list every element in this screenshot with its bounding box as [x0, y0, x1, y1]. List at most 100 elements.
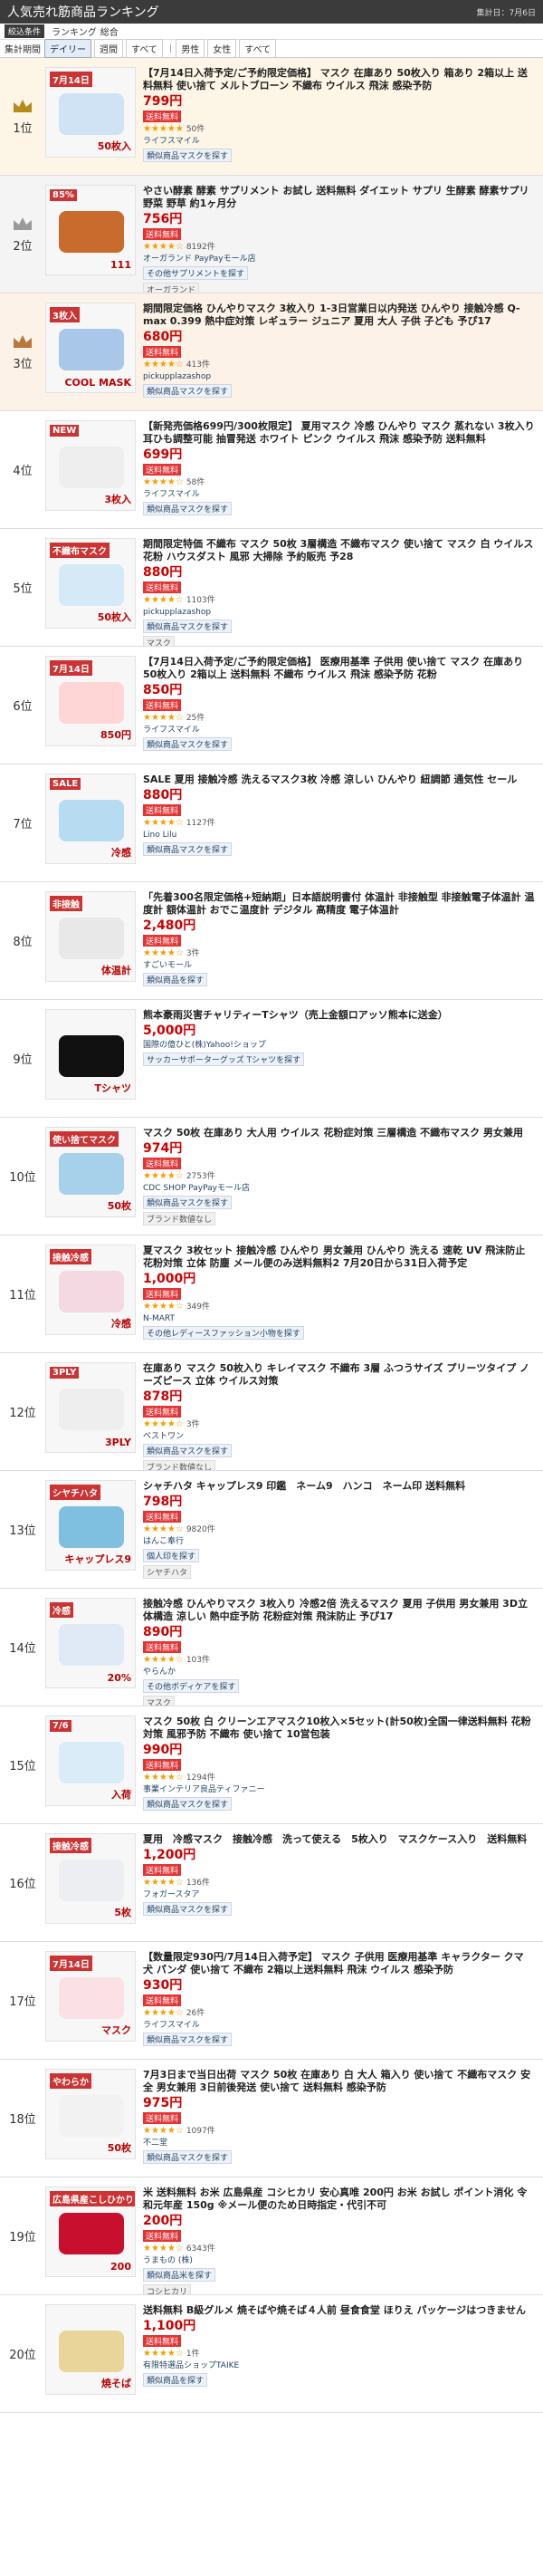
product-title-link[interactable]: 熊本豪雨災害チャリティーTシャツ（売上金額ロアッソ熊本に送金）	[143, 1009, 536, 1022]
tab-male[interactable]: 男性	[176, 39, 205, 58]
review-stars[interactable]: ★★★★☆ 1294件	[143, 1773, 536, 1783]
product-title-link[interactable]: マスク 50枚 白 クリーンエアマスク10枚入×5セット(計50枚)全国一律送料…	[143, 1716, 536, 1741]
shop-link[interactable]: フォガースタア	[143, 1890, 536, 1900]
tab-weekly[interactable]: 週間	[94, 39, 123, 58]
product-title-link[interactable]: 【数量限定930円/7月14日入荷予定】 マスク 子供用 医療用基準 キャラクタ…	[143, 1951, 536, 1976]
shop-link[interactable]: 国際の億ひと(株)Yahoo!ショップ	[143, 1041, 536, 1051]
product-image[interactable]: やわらか 50枚	[45, 2069, 136, 2159]
review-stars[interactable]: ★★★★☆ 8192件	[143, 242, 536, 253]
review-stars[interactable]: ★★★★☆ 58件	[143, 477, 536, 488]
product-image[interactable]: 使い捨てマスク 50枚	[45, 1127, 136, 1217]
product-image[interactable]: 焼そば	[45, 2304, 136, 2395]
condition-general[interactable]: 総合	[100, 24, 119, 38]
find-similar-link[interactable]: サッカーサポーターグッズ Tシャツを探す	[143, 1053, 305, 1066]
find-similar-link[interactable]: 類似商品マスクを探す	[143, 502, 233, 515]
shop-link[interactable]: はんこ奉行	[143, 1537, 536, 1547]
review-stars[interactable]: ★★★★☆ 1127件	[143, 818, 536, 829]
product-title-link[interactable]: 送料無料 B級グルメ 焼そばや焼そば４人前 昼食食堂 ほりえ パッケージはつきま…	[143, 2304, 536, 2317]
review-stars[interactable]: ★★★★☆ 25件	[143, 713, 536, 724]
category-tag[interactable]: オーガランド	[143, 283, 200, 293]
find-similar-link[interactable]: 類似商品マスクを探す	[143, 2033, 233, 2046]
category-tag[interactable]: コシヒカリ	[143, 2284, 192, 2294]
review-stars[interactable]: ★★★★☆ 103件	[143, 1655, 536, 1666]
find-similar-link[interactable]: 類似商品マスクを探す	[143, 737, 233, 751]
product-title-link[interactable]: 期間限定特価 不織布 マスク 50枚 3層構造 不織布マスク 使い捨て マスク …	[143, 538, 536, 563]
review-stars[interactable]: ★★★★☆ 2753件	[143, 1171, 536, 1182]
product-image[interactable]: 広島県産こしひかり 200	[45, 2187, 136, 2277]
shop-link[interactable]: N-MART	[143, 1314, 536, 1324]
product-image[interactable]: 接触冷感 5枚	[45, 1833, 136, 1924]
review-stars[interactable]: ★★★★☆ 1件	[143, 2349, 536, 2360]
find-similar-link[interactable]: 類似商品マスクを探す	[143, 1444, 233, 1457]
product-title-link[interactable]: 接触冷感 ひんやりマスク 3枚入り 冷感2倍 洗えるマスク 夏用 子供用 男女兼…	[143, 1598, 536, 1623]
product-title-link[interactable]: 【7月14日入荷予定/ご予約限定価格】 マスク 在庫あり 50枚入り 箱あり 2…	[143, 67, 536, 92]
shop-link[interactable]: pickupplazashop	[143, 372, 536, 382]
tab-all[interactable]: すべて	[126, 39, 163, 58]
product-title-link[interactable]: 【新発売価格699円/300枚限定】 夏用マスク 冷感 ひんやり マスク 蒸れな…	[143, 420, 536, 446]
category-tag[interactable]: シヤチハタ	[143, 1565, 192, 1579]
tab-daily[interactable]: デイリー	[44, 39, 91, 58]
product-image[interactable]: 7/6 入荷	[45, 1716, 136, 1806]
shop-link[interactable]: ベストワン	[143, 1432, 536, 1442]
product-image[interactable]: Tシャツ	[45, 1009, 136, 1100]
product-image[interactable]: 冷感 20%	[45, 1598, 136, 1688]
shop-link[interactable]: オーガランド PayPayモール店	[143, 255, 536, 264]
product-title-link[interactable]: 「先着300名限定価格+短納期」日本語説明書付 体温計 非接触型 非接触電子体温…	[143, 891, 536, 917]
find-similar-link[interactable]: その他レディースファッション小物を探す	[143, 1326, 304, 1340]
product-image[interactable]: 接触冷感 冷感	[45, 1245, 136, 1335]
find-similar-link[interactable]: 類似商品マスクを探す	[143, 149, 233, 162]
find-similar-link[interactable]: 類似商品マスクを探す	[143, 1797, 233, 1811]
category-tag[interactable]: ブランド数値なし	[143, 1460, 216, 1470]
product-image[interactable]: 非接触 体温計	[45, 891, 136, 982]
category-tag[interactable]: マスク	[143, 1696, 176, 1706]
review-stars[interactable]: ★★★★☆ 3件	[143, 948, 536, 959]
review-stars[interactable]: ★★★★☆ 9820件	[143, 1524, 536, 1535]
product-image[interactable]: 不織布マスク 50枚入	[45, 538, 136, 629]
shop-link[interactable]: 不二堂	[143, 2139, 536, 2148]
shop-link[interactable]: Lino Lilu	[143, 831, 536, 841]
shop-link[interactable]: ライフスマイル	[143, 490, 536, 500]
product-image[interactable]: 3PLY 3PLY	[45, 1362, 136, 1453]
shop-link[interactable]: ライフスマイル	[143, 2021, 536, 2031]
review-stars[interactable]: ★★★★☆ 1103件	[143, 595, 536, 606]
find-similar-link[interactable]: 類似商品マスクを探す	[143, 620, 233, 633]
tab-female[interactable]: 女性	[207, 39, 237, 58]
product-title-link[interactable]: 【7月14日入荷予定/ご予約限定価格】 医療用基準 子供用 使い捨て マスク 在…	[143, 656, 536, 681]
review-stars[interactable]: ★★★★☆ 6343件	[143, 2244, 536, 2254]
review-stars[interactable]: ★★★★☆ 3件	[143, 1419, 536, 1430]
review-stars[interactable]: ★★★★★ 50件	[143, 124, 536, 135]
shop-link[interactable]: ライフスマイル	[143, 726, 536, 735]
product-title-link[interactable]: SALE 夏用 接触冷感 洗えるマスク3枚 冷感 涼しい ひんやり 紐調節 通気…	[143, 774, 536, 786]
find-similar-link[interactable]: 類似商品マスクを探す	[143, 1902, 233, 1916]
shop-link[interactable]: CDC SHOP PayPayモール店	[143, 1184, 536, 1194]
product-title-link[interactable]: 在庫あり マスク 50枚入り キレイマスク 不織布 3層 ふつうサイズ プリーツ…	[143, 1362, 536, 1388]
shop-link[interactable]: うまもの (株)	[143, 2256, 536, 2266]
review-stars[interactable]: ★★★★☆ 26件	[143, 2008, 536, 2019]
product-title-link[interactable]: 米 送料無料 お米 広島県産 コシヒカリ 安心真唯 200円 お米 お試し ポイ…	[143, 2187, 536, 2212]
find-similar-link[interactable]: 類似商品を探す	[143, 2373, 208, 2387]
shop-link[interactable]: 有限特選品ショップTAIKE	[143, 2361, 536, 2371]
product-title-link[interactable]: 夏用 冷感マスク 接触冷感 洗って使える 5枚入り マスクケース入り 送料無料	[143, 1833, 536, 1846]
category-tag[interactable]: マスク	[143, 636, 176, 646]
product-title-link[interactable]: マスク 50枚 在庫あり 大人用 ウイルス 花粉症対策 三層構造 不織布マスク …	[143, 1127, 536, 1139]
product-image[interactable]: 7月14日 マスク	[45, 1951, 136, 2042]
shop-link[interactable]: やらんか	[143, 1668, 536, 1677]
find-similar-link[interactable]: 類似商品マスクを探す	[143, 2150, 233, 2164]
product-image[interactable]: 7月14日 50枚入	[45, 67, 136, 158]
shop-link[interactable]: ライフスマイル	[143, 137, 536, 147]
tab-sex-all[interactable]: すべて	[239, 39, 277, 58]
find-similar-link[interactable]: 個人印を探す	[143, 1549, 200, 1562]
category-tag[interactable]: ブランド数値なし	[143, 1212, 216, 1226]
shop-link[interactable]: pickupplazashop	[143, 608, 536, 618]
product-title-link[interactable]: シャチハタ キャップレス9 印鑑 ネーム9 ハンコ ネーム印 送料無料	[143, 1480, 536, 1493]
review-stars[interactable]: ★★★★☆ 1097件	[143, 2126, 536, 2137]
product-image[interactable]: SALE 冷感	[45, 774, 136, 864]
review-stars[interactable]: ★★★★☆ 136件	[143, 1878, 536, 1889]
product-title-link[interactable]: 期間限定価格 ひんやりマスク 3枚入り 1-3日営業日以内発送 ひんやり 接触冷…	[143, 303, 536, 328]
product-image[interactable]: NEW 3枚入	[45, 420, 136, 511]
product-title-link[interactable]: やさい酵素 酵素 サプリメント お試し 送料無料 ダイエット サプリ 生酵素 酵…	[143, 185, 536, 210]
find-similar-link[interactable]: その他ボディケアを探す	[143, 1679, 240, 1693]
product-image[interactable]: 7月14日 850円	[45, 656, 136, 746]
condition-ranking[interactable]: ランキング	[52, 24, 97, 38]
find-similar-link[interactable]: 類似商品マスクを探す	[143, 842, 233, 856]
